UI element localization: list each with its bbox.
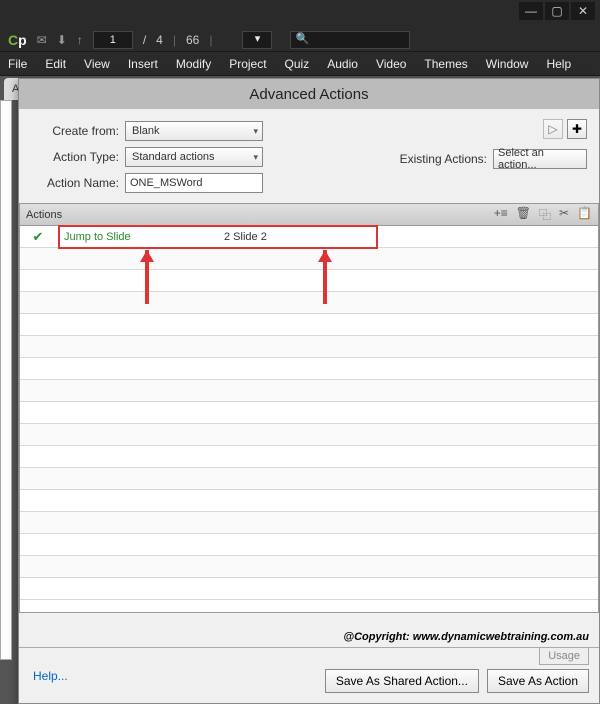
action-row-empty[interactable] — [20, 512, 598, 534]
add-new-button[interactable]: ✚ — [567, 119, 587, 139]
mail-icon[interactable]: ✉ — [37, 33, 47, 47]
add-row-icon[interactable]: +≡ — [494, 206, 508, 223]
action-name-label: Action Name: — [33, 176, 125, 190]
target-cell[interactable]: 2 Slide 2 — [224, 231, 364, 243]
page-separator: / — [143, 33, 146, 47]
download-icon[interactable]: ⬇ — [57, 33, 67, 47]
action-row-empty[interactable] — [20, 490, 598, 512]
usage-button[interactable]: Usage — [539, 647, 589, 665]
up-icon[interactable]: ↑ — [77, 33, 83, 47]
dialog-footer: Help... Usage Save As Shared Action... S… — [19, 647, 599, 703]
menu-file[interactable]: File — [8, 57, 27, 71]
dialog-title: Advanced Actions — [19, 79, 599, 109]
action-row-empty[interactable] — [20, 380, 598, 402]
delete-row-icon[interactable]: 🗑 — [516, 206, 531, 223]
preview-button[interactable]: ▷ — [543, 119, 563, 139]
copy-row-icon[interactable]: ⿻ — [539, 206, 551, 223]
create-from-dropdown[interactable]: Blank — [125, 121, 263, 141]
annotation-arrow-left — [140, 250, 154, 310]
check-icon: ✔ — [20, 229, 56, 245]
actions-panel-header: Actions +≡ 🗑 ⿻ ✂ 📋 — [20, 204, 598, 226]
app-toolbar: Cp ✉ ⬇ ↑ / 4 | 66 | ▾ 🔍 — [0, 28, 600, 52]
page-current-input[interactable] — [93, 31, 133, 49]
copyright-text: @Copyright: www.dynamicwebtraining.com.a… — [343, 631, 589, 643]
paste-row-icon[interactable]: 📋 — [577, 206, 592, 223]
existing-actions-label: Existing Actions: — [400, 152, 487, 166]
save-action-button[interactable]: Save As Action — [487, 669, 589, 693]
canvas-slide-edge — [0, 100, 12, 660]
actions-grid[interactable]: ✔ Jump to Slide 2 Slide 2 — [20, 226, 598, 612]
action-row-empty[interactable] — [20, 556, 598, 578]
menu-window[interactable]: Window — [486, 57, 529, 71]
action-type-label: Action Type: — [33, 150, 125, 164]
menu-edit[interactable]: Edit — [45, 57, 66, 71]
menu-view[interactable]: View — [84, 57, 110, 71]
menubar: File Edit View Insert Modify Project Qui… — [0, 52, 600, 76]
close-button[interactable]: ✕ — [571, 2, 595, 20]
menu-themes[interactable]: Themes — [424, 57, 467, 71]
action-row-empty[interactable] — [20, 534, 598, 556]
cut-row-icon[interactable]: ✂ — [559, 206, 569, 223]
save-shared-button[interactable]: Save As Shared Action... — [325, 669, 479, 693]
menu-quiz[interactable]: Quiz — [285, 57, 310, 71]
page-total: 4 — [156, 33, 163, 47]
zoom-dropdown[interactable]: ▾ — [242, 31, 272, 49]
action-row[interactable]: ✔ Jump to Slide 2 Slide 2 — [20, 226, 598, 248]
menu-help[interactable]: Help — [546, 57, 571, 71]
search-input[interactable]: 🔍 — [290, 31, 410, 49]
existing-actions-dropdown[interactable]: Select an action... — [493, 149, 587, 169]
advanced-actions-dialog: Advanced Actions Create from: Blank Acti… — [18, 78, 600, 704]
menu-audio[interactable]: Audio — [327, 57, 358, 71]
titlebar: — ▢ ✕ — [0, 0, 600, 28]
action-row-empty[interactable] — [20, 270, 598, 292]
menu-project[interactable]: Project — [229, 57, 266, 71]
maximize-button[interactable]: ▢ — [545, 2, 569, 20]
action-row-empty[interactable] — [20, 314, 598, 336]
action-row-empty[interactable] — [20, 292, 598, 314]
menu-modify[interactable]: Modify — [176, 57, 211, 71]
annotation-arrow-right — [318, 250, 332, 310]
zoom-level: 66 — [186, 33, 199, 47]
action-row-empty[interactable] — [20, 248, 598, 270]
menu-video[interactable]: Video — [376, 57, 406, 71]
action-row-empty[interactable] — [20, 402, 598, 424]
action-row-empty[interactable] — [20, 446, 598, 468]
menu-insert[interactable]: Insert — [128, 57, 158, 71]
action-cell[interactable]: Jump to Slide — [56, 231, 224, 243]
action-row-empty[interactable] — [20, 358, 598, 380]
actions-panel-label: Actions — [26, 209, 62, 221]
help-link[interactable]: Help... — [33, 669, 68, 683]
action-row-empty[interactable] — [20, 578, 598, 600]
action-row-empty[interactable] — [20, 468, 598, 490]
action-row-empty[interactable] — [20, 336, 598, 358]
action-row-empty[interactable] — [20, 424, 598, 446]
minimize-button[interactable]: — — [519, 2, 543, 20]
create-from-label: Create from: — [33, 124, 125, 138]
app-logo: Cp — [8, 32, 27, 48]
action-name-input[interactable] — [125, 173, 263, 193]
action-type-dropdown[interactable]: Standard actions — [125, 147, 263, 167]
